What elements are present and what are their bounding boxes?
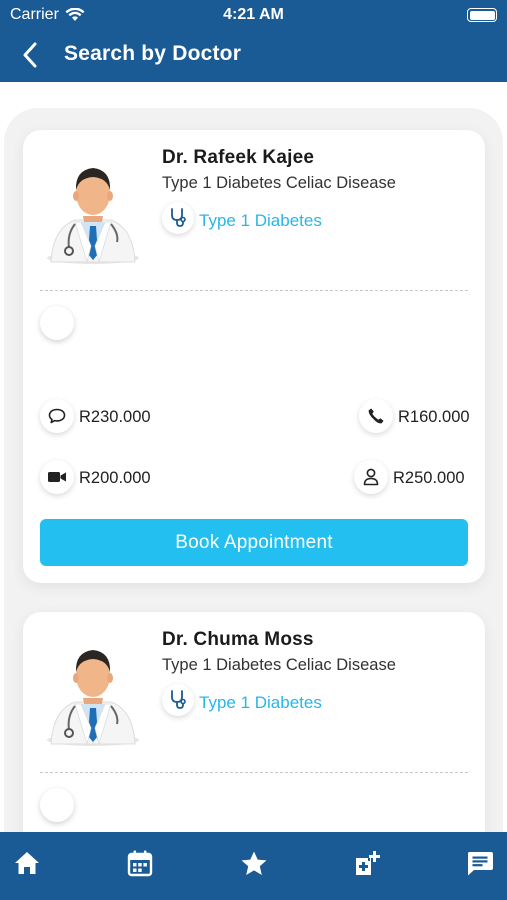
battery-icon xyxy=(467,8,497,22)
tab-medical[interactable] xyxy=(352,848,382,878)
person-icon xyxy=(363,468,379,486)
in-person-price-badge xyxy=(354,460,388,494)
book-appointment-button[interactable]: Book Appointment xyxy=(40,519,468,566)
doctor-description: Type 1 Diabetes Celiac Disease xyxy=(162,174,396,192)
star-icon xyxy=(241,851,266,875)
stethoscope-icon xyxy=(171,208,186,227)
doctor-avatar xyxy=(47,168,139,264)
phone-icon xyxy=(368,408,384,424)
stethoscope-icon xyxy=(171,690,186,709)
divider xyxy=(40,772,468,773)
back-button[interactable] xyxy=(16,40,44,70)
message-icon xyxy=(468,851,493,875)
availability-toggle[interactable] xyxy=(40,788,74,822)
chevron-left-icon xyxy=(23,42,37,68)
chat-price: R230.000 xyxy=(79,408,151,426)
doctor-description: Type 1 Diabetes Celiac Disease xyxy=(162,656,396,674)
chat-price-badge xyxy=(40,399,74,433)
page-title: Search by Doctor xyxy=(64,42,242,65)
home-icon xyxy=(15,852,39,874)
phone-price-badge xyxy=(359,399,393,433)
video-camera-icon xyxy=(48,472,66,482)
specialty-badge xyxy=(162,202,194,234)
app-header: Carrier 4:21 AM Search by Doctor xyxy=(0,0,507,82)
availability-toggle[interactable] xyxy=(40,306,74,340)
specialty-badge xyxy=(162,684,194,716)
doctor-card[interactable]: Dr. Rafeek Kajee Type 1 Diabetes Celiac … xyxy=(23,130,485,583)
calendar-icon xyxy=(128,850,153,877)
doctor-specialty: Type 1 Diabetes xyxy=(199,211,322,230)
divider xyxy=(40,290,468,291)
doctor-specialty: Type 1 Diabetes xyxy=(199,693,322,712)
status-bar: Carrier 4:21 AM xyxy=(0,0,507,30)
doctor-name: Dr. Chuma Moss xyxy=(162,629,314,650)
video-price: R200.000 xyxy=(79,469,151,487)
bottom-tab-bar xyxy=(0,832,507,900)
tab-messages[interactable] xyxy=(465,848,495,878)
chat-bubble-icon xyxy=(48,408,66,424)
phone-price: R160.000 xyxy=(398,408,470,426)
tab-appointments[interactable] xyxy=(125,848,155,878)
doctor-avatar xyxy=(47,650,139,746)
video-price-badge xyxy=(40,460,74,494)
tab-home[interactable] xyxy=(12,848,42,878)
tab-favorites[interactable] xyxy=(239,848,269,878)
status-time: 4:21 AM xyxy=(223,6,284,23)
medical-add-icon xyxy=(355,851,380,875)
doctor-name: Dr. Rafeek Kajee xyxy=(162,147,315,168)
in-person-price: R250.000 xyxy=(393,469,465,487)
